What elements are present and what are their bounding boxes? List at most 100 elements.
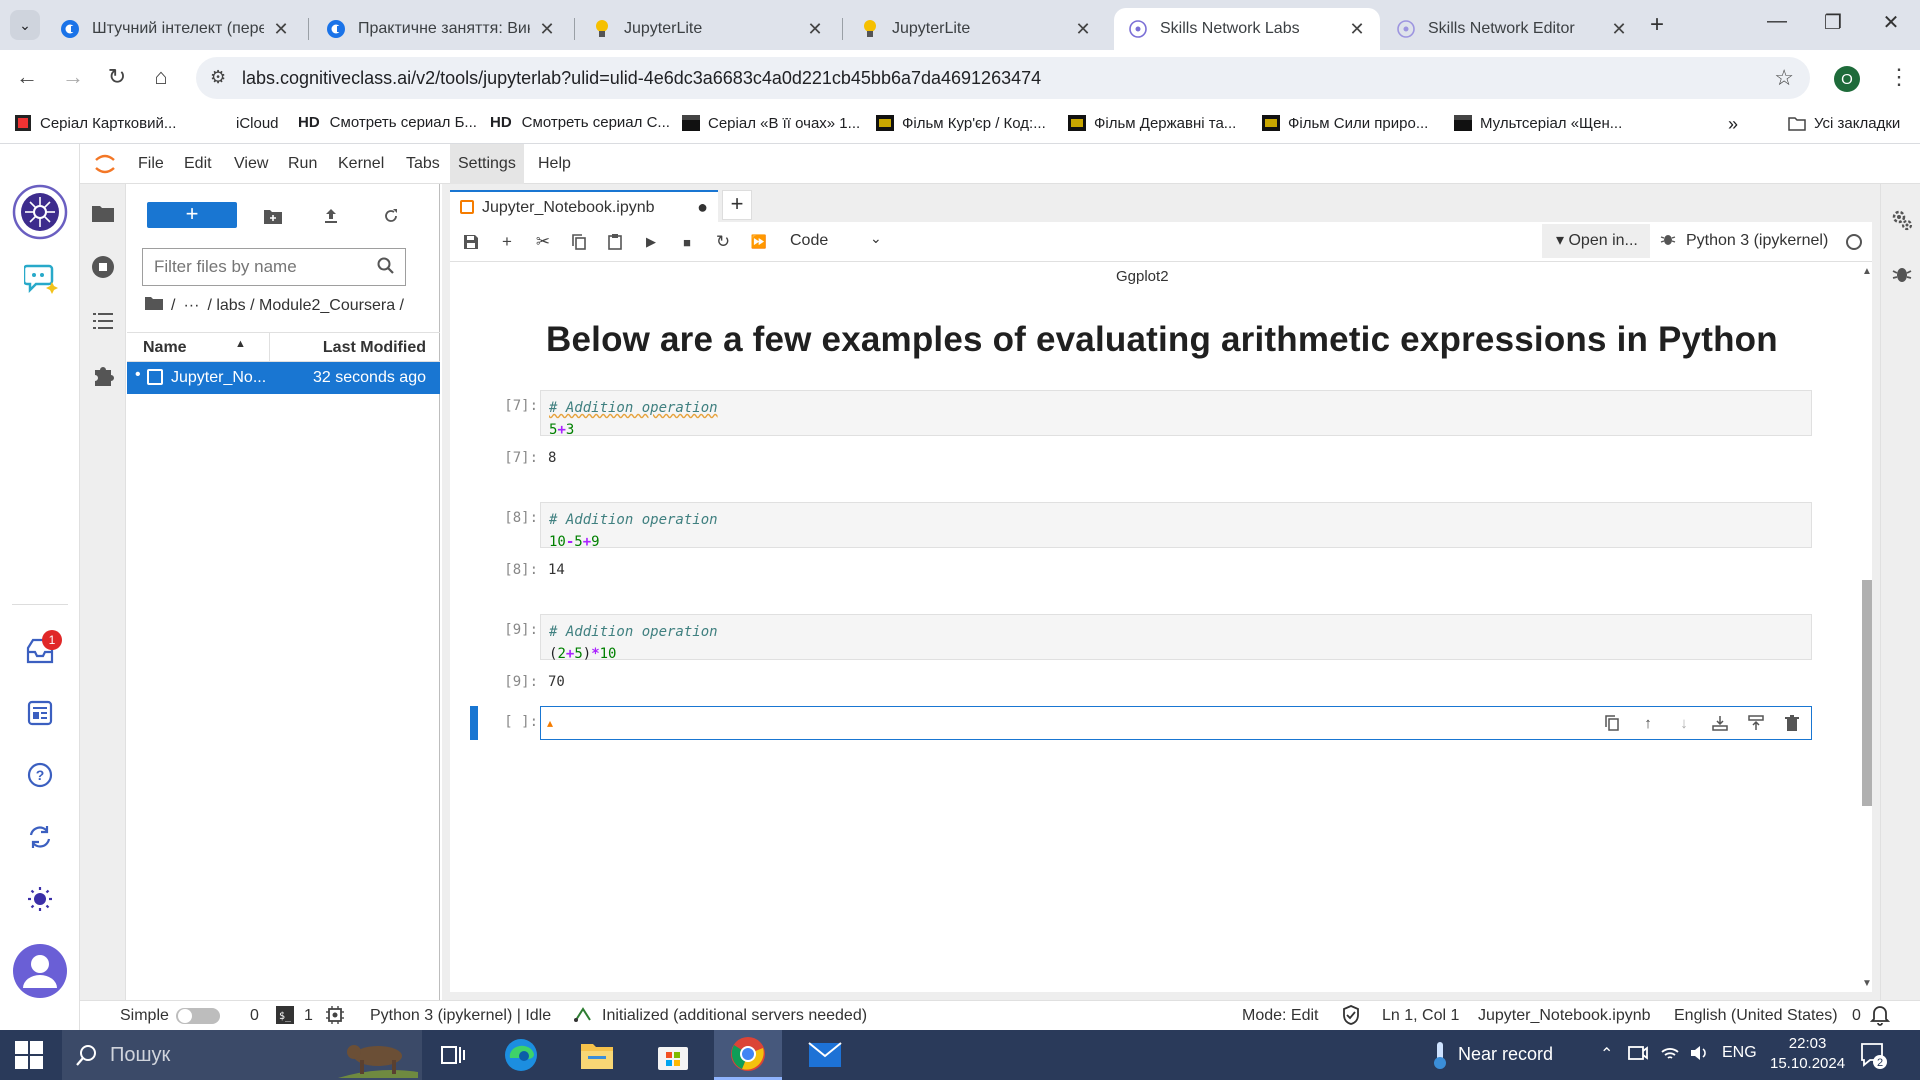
close-tab-icon[interactable]: ✕ [806,19,824,40]
browser-tab-6[interactable]: Skills Network Editor ✕ [1382,8,1642,50]
kernel-status[interactable]: Python 3 (ipykernel) | Idle [370,1007,551,1025]
bookmark-star-icon[interactable]: ☆ [1774,65,1794,91]
bookmark-item[interactable]: Фільм Державні та... [1068,114,1236,132]
bookmark-item[interactable]: Фільм Сили приро... [1262,114,1428,132]
input-language[interactable]: ENG [1722,1044,1757,1062]
delete-cell-trash-icon[interactable] [1781,713,1803,733]
code-cell[interactable]: # Addition operation (2+5)*10 [540,614,1812,662]
kernel-chip-icon[interactable] [326,1006,344,1029]
close-tab-icon[interactable]: ✕ [1610,19,1628,40]
menu-run[interactable]: Run [280,144,325,184]
restore-icon[interactable]: ❐ [1818,10,1848,35]
taskbar-search-box[interactable]: Пошук [62,1030,422,1080]
cut-icon[interactable]: ✂ [532,231,554,253]
file-explorer-icon[interactable] [572,1030,622,1080]
code-cell[interactable]: # Addition operation 10-5+9 [540,502,1812,550]
filter-files-input[interactable] [143,249,363,285]
close-window-icon[interactable]: ✕ [1876,10,1906,35]
duplicate-cell-icon[interactable] [1601,713,1623,733]
upload-icon[interactable] [321,206,341,226]
file-row-selected[interactable]: • Jupyter_No... 32 seconds ago [127,362,440,394]
filter-files-field[interactable] [142,248,406,286]
ai-assistant-icon[interactable] [22,262,58,299]
browser-tab-1[interactable]: Штучний інтелект (перекл ✕ [46,8,304,50]
theme-sun-icon[interactable] [27,886,53,917]
insert-cell-icon[interactable]: + [496,231,518,253]
shield-check-icon[interactable] [1342,1005,1360,1030]
help-icon[interactable]: ? [27,762,53,793]
folder-icon[interactable] [92,202,114,224]
mail-icon[interactable] [800,1030,850,1080]
wifi-icon[interactable] [1660,1044,1680,1067]
column-last-modified[interactable]: Last Modified [323,339,426,357]
clock[interactable]: 22:03 15.10.2024 [1770,1034,1845,1074]
all-bookmarks[interactable]: Усі закладки [1788,114,1900,132]
edge-browser-icon[interactable] [496,1030,546,1080]
menu-kernel[interactable]: Kernel [330,144,392,184]
notebook-scroll-thumb[interactable] [1862,580,1872,806]
new-launcher-button[interactable]: + [147,202,237,228]
menu-help[interactable]: Help [530,144,579,184]
breadcrumb-path[interactable]: / labs / Module2_Coursera / [207,297,404,315]
move-up-arrow-icon[interactable]: ↑ [1637,713,1659,733]
tray-overflow-chevron-icon[interactable]: ⌃ [1600,1044,1613,1064]
close-tab-icon[interactable]: ✕ [1348,19,1366,40]
scroll-down-arrow-icon[interactable]: ▼ [1862,978,1872,989]
user-avatar-icon[interactable] [13,944,67,1003]
home-icon[interactable]: ⌂ [146,64,176,90]
notification-count[interactable]: 0 [1852,1007,1861,1025]
bookmark-item[interactable]: iCloud [210,114,279,132]
back-arrow-icon[interactable]: ← [12,64,42,90]
microsoft-store-icon[interactable] [648,1030,698,1080]
terminal-icon[interactable]: $_ [276,1006,294,1029]
sync-icon[interactable] [27,824,53,855]
restart-run-all-icon[interactable]: ⏩ [748,231,770,253]
meet-now-icon[interactable] [1628,1044,1648,1067]
notification-bell-icon[interactable] [1869,1004,1891,1031]
news-icon[interactable] [27,700,53,731]
debugger-bug-icon[interactable] [1892,264,1912,289]
bookmark-item[interactable]: Мультсеріал «Щен... [1454,114,1622,132]
breadcrumb-root[interactable]: / [171,297,175,315]
close-tab-icon[interactable]: ✕ [272,19,290,40]
forward-arrow-icon[interactable]: → [58,64,88,90]
task-view-icon[interactable] [430,1030,476,1080]
menu-view[interactable]: View [226,144,276,184]
kernel-name[interactable]: Python 3 (ipykernel) [1686,232,1828,250]
menu-settings[interactable]: Settings [450,144,524,184]
active-code-cell-editor[interactable]: ▴ ↑ ↓ [540,706,1812,740]
menu-file[interactable]: File [130,144,172,184]
table-of-contents-icon[interactable] [92,310,114,332]
insert-above-icon[interactable] [1745,713,1767,733]
property-inspector-gears-icon[interactable] [1890,208,1914,237]
terminal-count[interactable]: 0 [250,1007,259,1025]
profile-avatar[interactable]: O [1834,66,1860,92]
paste-icon[interactable] [604,231,626,253]
active-cell-collapser[interactable] [470,706,478,740]
tab-search-chevron-icon[interactable]: ⌄ [10,10,40,40]
insert-below-icon[interactable] [1709,713,1731,733]
run-icon[interactable]: ▶ [640,231,662,253]
close-tab-icon[interactable]: ✕ [1074,19,1092,40]
url-text[interactable]: labs.cognitiveclass.ai/v2/tools/jupyterl… [242,68,1041,89]
column-name[interactable]: Name [143,339,187,357]
breadcrumb-ellipsis[interactable]: ··· [183,297,199,315]
omnibox[interactable]: ⚙ labs.cognitiveclass.ai/v2/tools/jupyte… [196,57,1810,99]
minimize-icon[interactable]: — [1762,10,1792,33]
weather-text[interactable]: Near record [1458,1044,1553,1065]
bookmark-item[interactable]: Серіал Картковий... [14,114,176,132]
browser-menu-icon[interactable]: ⋮ [1888,64,1910,90]
browser-tab-3[interactable]: JupyterLite ✕ [578,8,838,50]
lsp-status[interactable]: Initialized (additional servers needed) [602,1007,867,1025]
site-info-icon[interactable]: ⚙ [210,67,226,88]
browser-tab-4[interactable]: JupyterLite ✕ [846,8,1106,50]
interrupt-stop-icon[interactable]: ■ [676,231,698,253]
reload-icon[interactable]: ↻ [102,64,132,90]
new-tab-plus-icon[interactable]: + [1650,11,1664,39]
spellcheck-language[interactable]: English (United States) [1674,1007,1838,1025]
move-down-arrow-icon[interactable]: ↓ [1673,713,1695,733]
bookmark-item[interactable]: HD Смотреть сериал Б... [298,114,477,131]
bookmark-item[interactable]: HD Смотреть сериал С... [490,114,670,131]
copy-icon[interactable] [568,231,590,253]
new-launcher-tab-icon[interactable]: + [722,190,752,220]
